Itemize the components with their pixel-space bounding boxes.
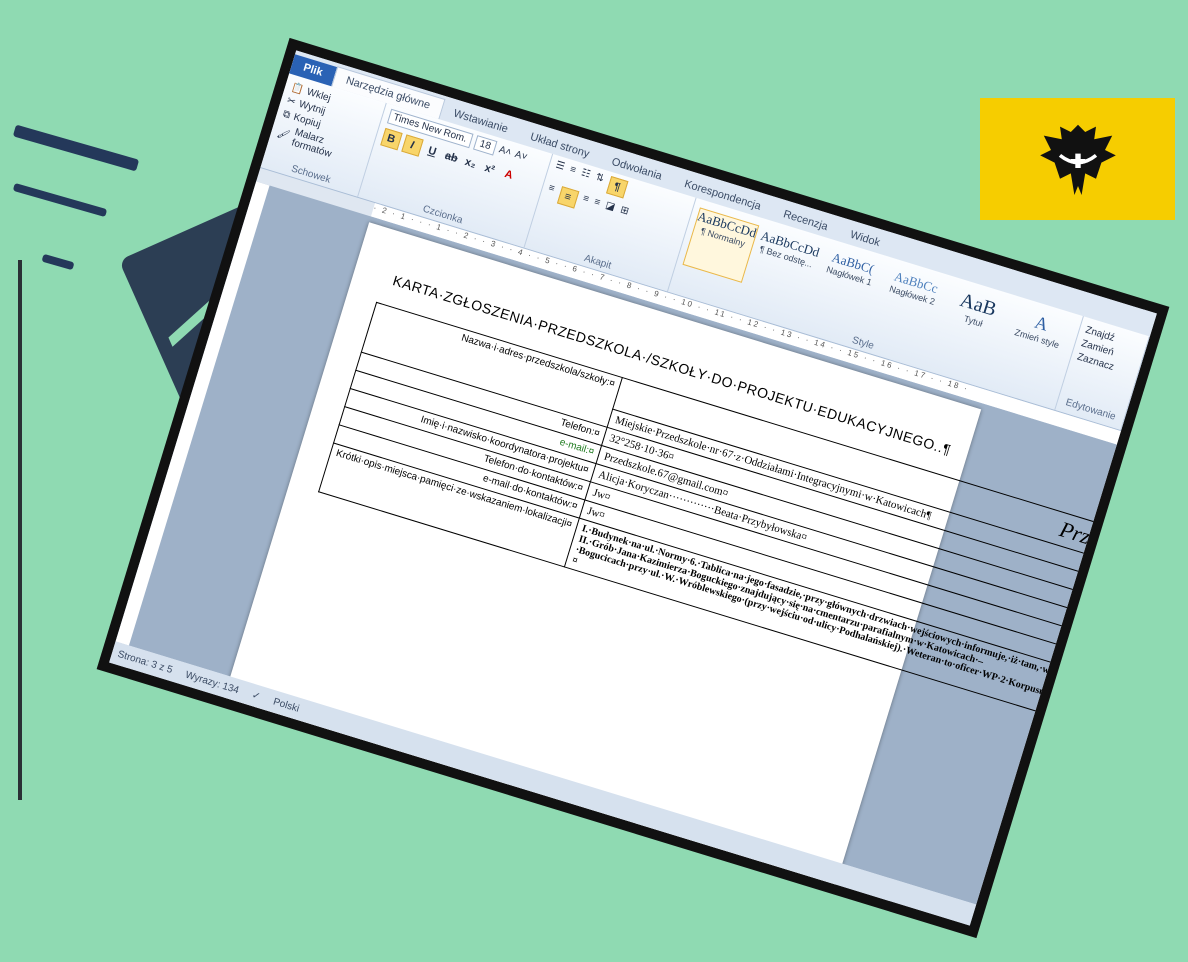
eagle-icon [1039,124,1116,195]
superscript-icon[interactable]: x² [480,159,500,179]
decorative-line [12,124,140,172]
format-painter-icon[interactable]: 🖌 [276,127,291,141]
bullets-icon[interactable]: ☰ [552,160,566,180]
style-normal[interactable]: AaBbCcDd ¶ Normalny [682,207,759,283]
subscript-icon[interactable]: x₂ [460,153,480,173]
style-title[interactable]: AaB Tytuł [935,284,1012,360]
decorative-frame [0,260,22,800]
style-heading-2[interactable]: AaBbCc Nagłówek 2 [871,265,948,341]
show-marks-button[interactable]: ¶ [605,175,629,199]
align-right-icon[interactable]: ≡ [579,193,590,212]
grow-font-icon[interactable]: A˄ [498,144,513,158]
underline-button[interactable]: U [422,142,442,162]
sort-icon[interactable]: ⇅ [592,172,605,192]
shading-icon[interactable]: ◪ [602,200,616,220]
numbering-icon[interactable]: ≡ [566,164,578,183]
strikethrough-icon[interactable]: ab [441,147,461,167]
font-size-select[interactable]: 18 [472,135,498,156]
align-center-button[interactable]: ≡ [556,185,579,209]
style-heading-1[interactable]: AaBbC(Nagłówek 1 [808,246,885,322]
language-label[interactable]: Polski [272,696,301,714]
paste-icon[interactable]: 📋 [290,82,305,96]
font-color-icon[interactable]: A [499,165,519,185]
bold-button[interactable]: B [379,127,403,151]
shrink-font-icon[interactable]: A˅ [513,149,528,163]
justify-icon[interactable]: ≡ [591,196,602,215]
style-no-spacing[interactable]: AaBbCcDd ¶ Bez odstę... [745,227,822,303]
italic-button[interactable]: I [400,134,424,157]
change-styles-button[interactable]: A Zmień style [998,304,1075,380]
borders-icon[interactable]: ⊞ [617,204,630,224]
cut-icon[interactable]: ✂ [286,95,297,108]
proofing-icon[interactable]: ✓ [251,689,262,702]
decorative-line [12,182,108,218]
decorative-line [41,253,75,271]
copy-icon[interactable]: ⧉ [281,109,291,122]
align-left-icon[interactable]: ≡ [545,183,556,202]
coat-of-arms-flag [980,98,1175,220]
multilevel-list-icon[interactable]: ☷ [578,167,592,187]
